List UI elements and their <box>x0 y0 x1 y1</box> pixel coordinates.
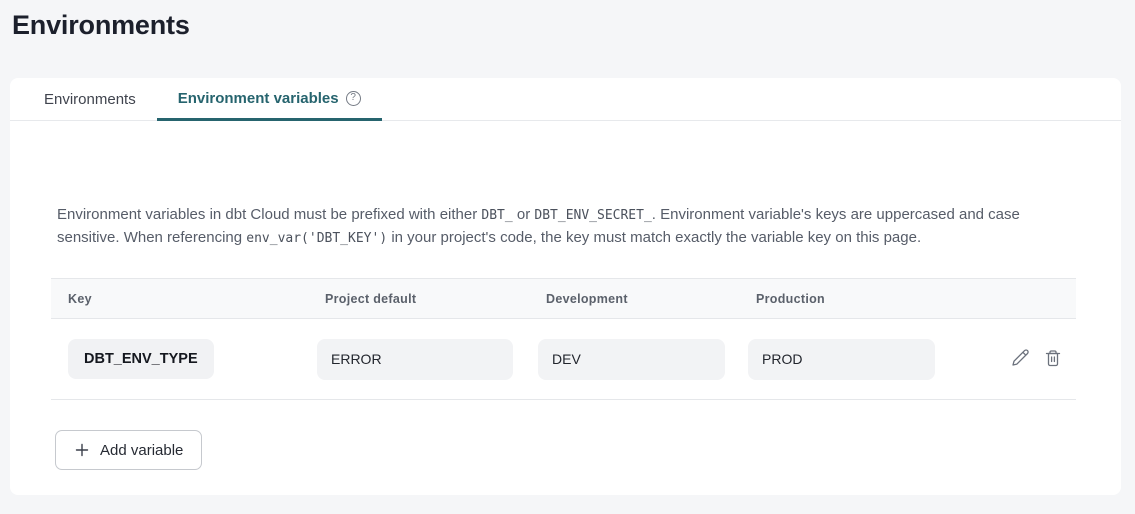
cell-key: DBT_ENV_TYPE <box>51 339 308 379</box>
add-variable-button[interactable]: Add variable <box>55 430 202 470</box>
table-header-row: Key Project default Development Producti… <box>51 278 1076 319</box>
code-dbt-env-secret-prefix: DBT_ENV_SECRET_ <box>534 208 651 223</box>
column-header-production: Production <box>739 292 949 306</box>
add-variable-label: Add variable <box>100 442 183 459</box>
delete-variable-button[interactable] <box>1043 348 1063 371</box>
env-var-description: Environment variables in dbt Cloud must … <box>57 204 1077 250</box>
column-header-key: Key <box>51 292 308 306</box>
code-dbt-prefix: DBT_ <box>481 208 512 223</box>
tab-bar: Environments Environment variables ? <box>10 78 1121 121</box>
description-text: or <box>513 206 535 223</box>
page-title: Environments <box>0 0 1135 41</box>
tab-environment-variables[interactable]: Environment variables ? <box>157 78 382 121</box>
edit-variable-button[interactable] <box>1010 348 1030 371</box>
column-header-project-default: Project default <box>308 292 529 306</box>
cell-production: PROD <box>739 339 949 380</box>
production-value: PROD <box>748 339 935 380</box>
help-icon[interactable]: ? <box>346 91 361 106</box>
cell-row-actions <box>949 348 1076 371</box>
env-var-table: Key Project default Development Producti… <box>51 278 1076 400</box>
column-header-development: Development <box>529 292 739 306</box>
plus-icon <box>74 442 90 458</box>
environments-card: Environments Environment variables ? Env… <box>10 78 1121 495</box>
cell-development: DEV <box>529 339 739 380</box>
tab-environments-label: Environments <box>44 91 136 108</box>
description-text: in your project's code, the key must mat… <box>387 229 921 246</box>
project-default-value: ERROR <box>317 339 513 380</box>
tab-environments[interactable]: Environments <box>23 78 157 121</box>
table-row: DBT_ENV_TYPE ERROR DEV PROD <box>51 319 1076 400</box>
code-env-var-example: env_var('DBT_KEY') <box>246 231 387 246</box>
pencil-icon <box>1010 348 1030 371</box>
development-value: DEV <box>538 339 725 380</box>
tab-content: Environment variables in dbt Cloud must … <box>10 204 1121 470</box>
tab-environment-variables-label: Environment variables <box>178 90 339 107</box>
description-text: Environment variables in dbt Cloud must … <box>57 206 481 223</box>
env-var-key-value: DBT_ENV_TYPE <box>68 339 214 379</box>
cell-project-default: ERROR <box>308 339 529 380</box>
trash-icon <box>1043 348 1063 371</box>
